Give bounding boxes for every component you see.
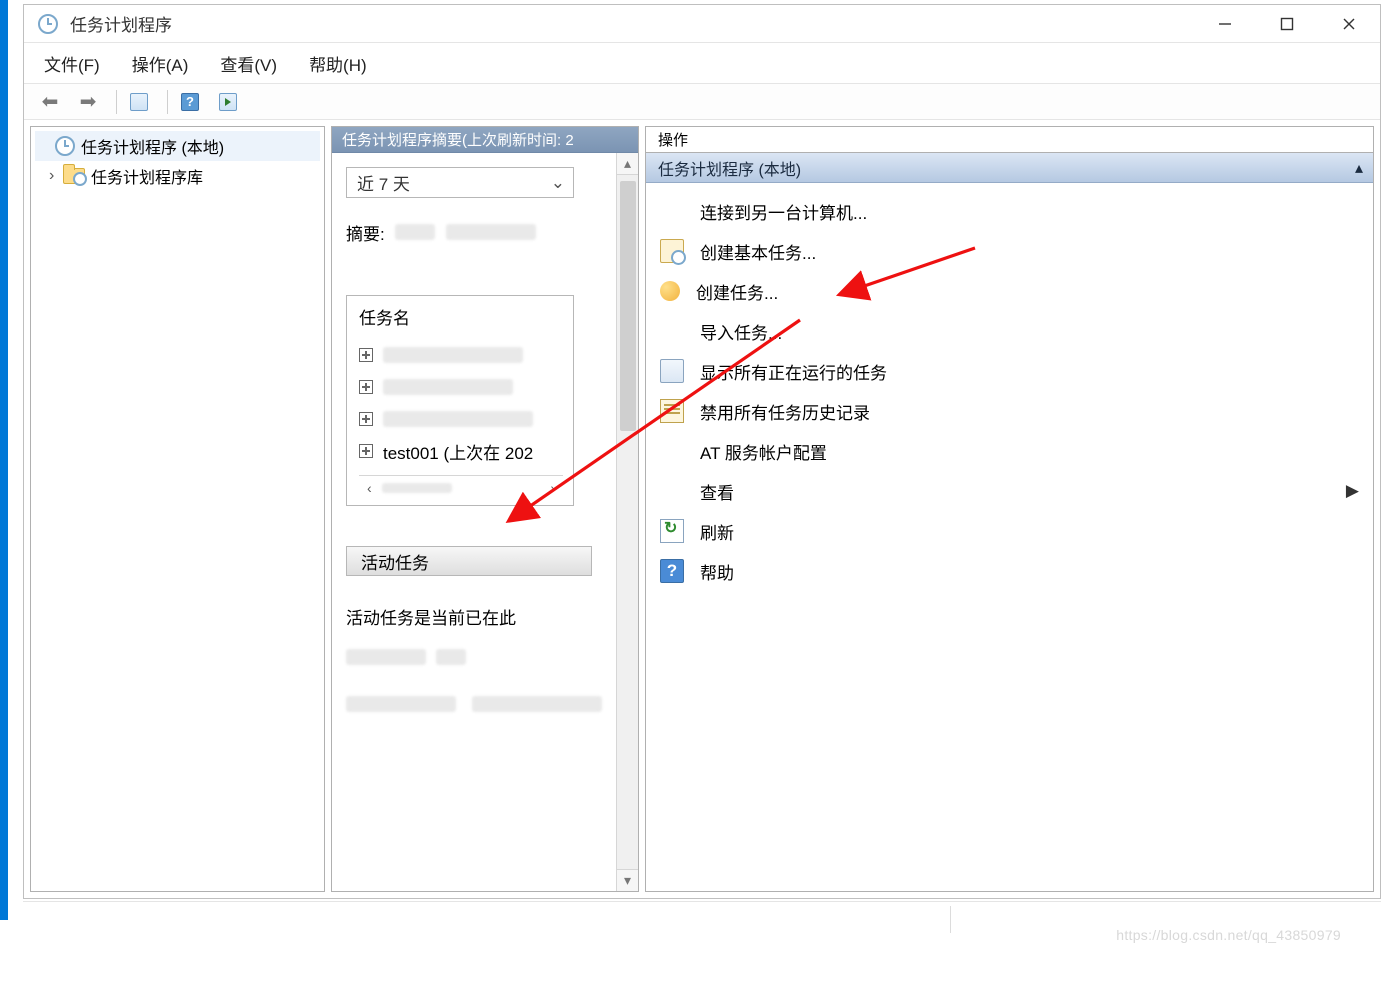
- task-scheduler-window: 任务计划程序 文件(F) 操作(A) 查看(V) 帮助(H) ⬅ ➡ ? 任务计…: [23, 4, 1381, 899]
- action-help[interactable]: ? 帮助: [646, 551, 1373, 591]
- clock-task-icon: [660, 239, 684, 263]
- summary-label: 摘要:: [346, 220, 630, 245]
- chevron-down-icon: ⌄: [551, 173, 565, 193]
- toolbar-properties-button[interactable]: [123, 88, 155, 116]
- expand-icon[interactable]: [359, 444, 373, 458]
- title-bar: 任务计划程序: [24, 5, 1380, 43]
- action-show-running[interactable]: 显示所有正在运行的任务: [646, 351, 1373, 391]
- menu-bar: 文件(F) 操作(A) 查看(V) 帮助(H): [24, 43, 1380, 84]
- expand-icon[interactable]: [359, 380, 373, 394]
- clock-icon: [55, 136, 75, 156]
- menu-help[interactable]: 帮助(H): [303, 47, 373, 80]
- maximize-button[interactable]: [1256, 6, 1318, 42]
- summary-header: 任务计划程序摘要(上次刷新时间: 2: [332, 127, 638, 153]
- history-icon: [660, 399, 684, 423]
- task-row[interactable]: [359, 339, 563, 371]
- active-tasks-note: 活动任务是当前已在此: [346, 604, 630, 629]
- task-name-box: 任务名 test001 (上次在 202 ‹ ›: [346, 295, 574, 506]
- toolbar-separator: [116, 90, 117, 114]
- summary-pane: 任务计划程序摘要(上次刷新时间: 2 ▴ ▾ 近 7 天 ⌄ 摘要:: [331, 126, 639, 892]
- toolbar-run-button[interactable]: [212, 88, 244, 116]
- menu-file[interactable]: 文件(F): [38, 47, 106, 80]
- toolbar: ⬅ ➡ ?: [24, 84, 1380, 120]
- actions-scope[interactable]: 任务计划程序 (本地) ▴: [646, 153, 1373, 183]
- tree-library[interactable]: › 任务计划程序库: [35, 161, 320, 191]
- scroll-thumb[interactable]: [620, 181, 636, 431]
- actions-pane: 操作 任务计划程序 (本地) ▴ 连接到另一台计算机... 创建基本任务... …: [645, 126, 1374, 892]
- tree-library-label: 任务计划程序库: [91, 164, 203, 188]
- task-row[interactable]: [359, 403, 563, 435]
- tree-root-label: 任务计划程序 (本地): [81, 134, 224, 158]
- folder-icon: [63, 168, 85, 184]
- actions-title: 操作: [646, 127, 1373, 153]
- action-create-task[interactable]: 创建任务...: [646, 271, 1373, 311]
- actions-scope-label: 任务计划程序 (本地): [658, 156, 801, 180]
- submenu-arrow-icon: ▶: [1346, 481, 1359, 501]
- new-task-icon: [660, 281, 680, 301]
- minimize-button[interactable]: [1194, 6, 1256, 42]
- menu-action[interactable]: 操作(A): [126, 47, 195, 80]
- action-import-task[interactable]: 导入任务...: [646, 311, 1373, 351]
- toolbar-help-button[interactable]: ?: [174, 88, 206, 116]
- task-row[interactable]: [359, 371, 563, 403]
- toolbar-separator: [167, 90, 168, 114]
- help-icon: ?: [660, 559, 684, 583]
- nav-forward-button[interactable]: ➡: [72, 88, 104, 116]
- window-title: 任务计划程序: [70, 11, 172, 36]
- active-tasks-header[interactable]: 活动任务: [346, 546, 592, 576]
- clock-icon: [38, 14, 58, 34]
- nav-back-button[interactable]: ⬅: [34, 88, 66, 116]
- task-row-test001[interactable]: test001 (上次在 202: [359, 435, 563, 467]
- action-connect-computer[interactable]: 连接到另一台计算机...: [646, 191, 1373, 231]
- action-at-service[interactable]: AT 服务帐户配置: [646, 431, 1373, 471]
- taskbox-hscroll[interactable]: ‹ ›: [359, 475, 563, 499]
- expand-icon[interactable]: [359, 412, 373, 426]
- action-view[interactable]: 查看 ▶: [646, 471, 1373, 511]
- refresh-icon: [660, 519, 684, 543]
- close-button[interactable]: [1318, 6, 1380, 42]
- action-disable-history[interactable]: 禁用所有任务历史记录: [646, 391, 1373, 431]
- tree-pane: 任务计划程序 (本地) › 任务计划程序库: [30, 126, 325, 892]
- time-range-dropdown[interactable]: 近 7 天 ⌄: [346, 167, 574, 198]
- watermark-text: https://blog.csdn.net/qq_43850979: [1116, 927, 1341, 943]
- content-area: 任务计划程序 (本地) › 任务计划程序库 任务计划程序摘要(上次刷新时间: 2…: [24, 120, 1380, 898]
- scroll-right-button[interactable]: ›: [550, 480, 555, 496]
- task-test001-label: test001 (上次在 202: [383, 439, 533, 464]
- actions-list: 连接到另一台计算机... 创建基本任务... 创建任务... 导入任务... 显…: [646, 183, 1373, 599]
- action-create-basic-task[interactable]: 创建基本任务...: [646, 231, 1373, 271]
- scroll-down-button[interactable]: ▾: [617, 869, 638, 891]
- running-tasks-icon: [660, 359, 684, 383]
- window-left-accent: [0, 0, 8, 920]
- collapse-icon: ▴: [1355, 158, 1363, 178]
- menu-view[interactable]: 查看(V): [214, 47, 283, 80]
- task-name-header: 任务名: [359, 304, 563, 329]
- scroll-left-button[interactable]: ‹: [367, 480, 372, 496]
- time-range-value: 近 7 天: [357, 170, 410, 195]
- summary-scrollbar[interactable]: ▴ ▾: [616, 153, 638, 891]
- action-refresh[interactable]: 刷新: [646, 511, 1373, 551]
- expand-icon[interactable]: [359, 348, 373, 362]
- scroll-up-button[interactable]: ▴: [617, 153, 638, 175]
- tree-root[interactable]: 任务计划程序 (本地): [35, 131, 320, 161]
